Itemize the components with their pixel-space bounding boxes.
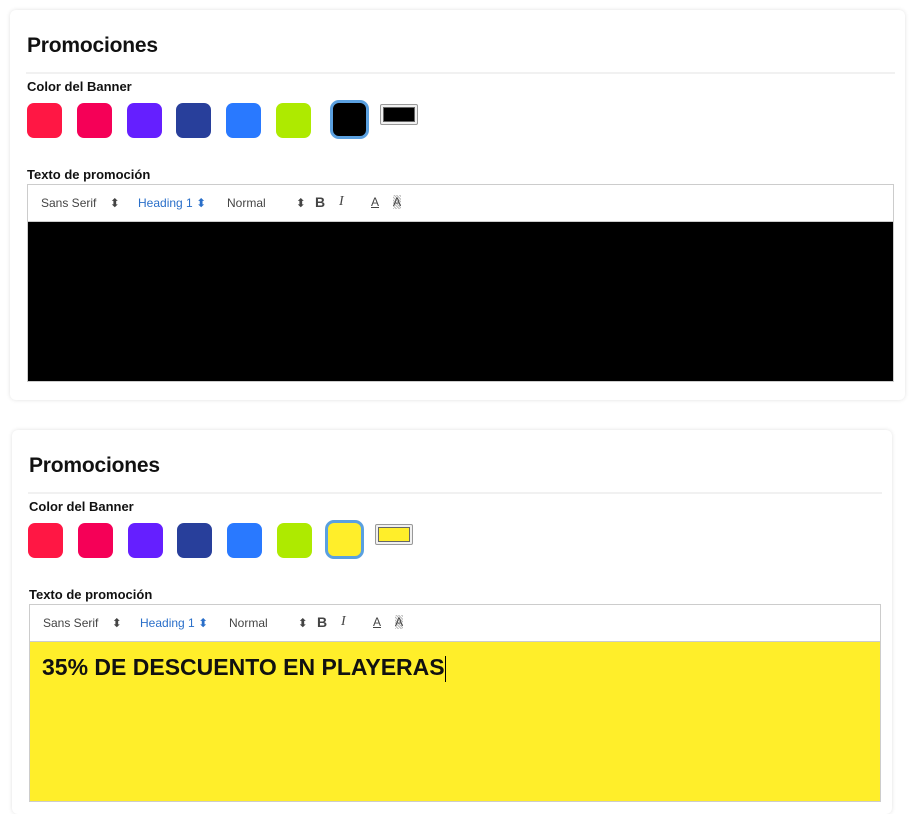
custom-color-input[interactable] [380,104,418,125]
color-swatch[interactable] [127,103,162,138]
color-swatch[interactable] [177,523,212,558]
header-value: Heading 1 [138,196,193,210]
italic-button[interactable]: I [341,614,346,630]
header-value: Heading 1 [140,616,195,630]
text-label: Texto de promoción [27,167,151,182]
background-color-button[interactable]: A [393,195,402,209]
custom-color-input[interactable] [375,524,413,545]
color-label: Color del Banner [29,499,134,514]
select-arrows-icon: ⬍ [109,196,120,210]
select-arrows-icon: ⬍ [111,616,122,630]
font-value: Sans Serif [41,196,97,210]
editor-toolbar: Sans Serif ⬍ Heading 1 ⬍ Normal ⬍ B I A … [30,605,880,642]
font-select[interactable]: Sans Serif ⬍ [43,616,122,630]
header-select[interactable]: Heading 1 ⬍ [138,196,206,210]
text-color-button[interactable]: A [371,195,379,209]
color-label: Color del Banner [27,79,132,94]
rich-text-editor: Sans Serif ⬍ Heading 1 ⬍ Normal ⬍ B I A … [29,604,881,802]
size-value: Normal [229,616,268,630]
select-arrows-icon: ⬍ [295,196,306,210]
color-swatch-selected[interactable] [330,100,369,139]
color-swatch[interactable] [276,103,311,138]
select-arrows-icon: ⬍ [196,196,207,210]
size-select[interactable]: Normal ⬍ [229,616,308,630]
editor-content[interactable] [28,222,893,381]
bold-button[interactable]: B [315,194,325,210]
color-swatch[interactable] [77,103,112,138]
size-select[interactable]: Normal ⬍ [227,196,306,210]
color-swatch[interactable] [128,523,163,558]
color-swatch[interactable] [78,523,113,558]
font-value: Sans Serif [43,616,99,630]
select-arrows-icon: ⬍ [297,616,308,630]
italic-button[interactable]: I [339,194,344,210]
background-color-button[interactable]: A [395,615,404,629]
color-swatch[interactable] [28,523,63,558]
editor-content[interactable]: 35% DE DESCUENTO EN PLAYERAS [30,642,880,801]
text-color-button[interactable]: A [373,615,381,629]
color-swatch[interactable] [227,523,262,558]
text-label: Texto de promoción [29,587,153,602]
select-arrows-icon: ⬍ [198,616,209,630]
color-swatch[interactable] [277,523,312,558]
promotions-panel-yellow: Promociones Color del Banner Texto de pr… [12,430,892,814]
page-title: Promociones [29,454,160,477]
rich-text-editor: Sans Serif ⬍ Heading 1 ⬍ Normal ⬍ B I A … [27,184,894,382]
bold-button[interactable]: B [317,614,327,630]
color-swatch-selected[interactable] [325,520,364,559]
size-value: Normal [227,196,266,210]
font-select[interactable]: Sans Serif ⬍ [41,196,120,210]
editor-toolbar: Sans Serif ⬍ Heading 1 ⬍ Normal ⬍ B I A … [28,185,893,222]
color-swatch[interactable] [176,103,211,138]
text-cursor [444,655,446,682]
promotions-panel-black: Promociones Color del Banner Texto de pr… [10,10,905,400]
header-select[interactable]: Heading 1 ⬍ [140,616,208,630]
page-title: Promociones [27,34,158,57]
color-swatch[interactable] [226,103,261,138]
promotion-text: 35% DE DESCUENTO EN PLAYERAS [42,654,445,680]
color-swatch[interactable] [27,103,62,138]
divider [28,492,882,494]
divider [26,72,895,74]
